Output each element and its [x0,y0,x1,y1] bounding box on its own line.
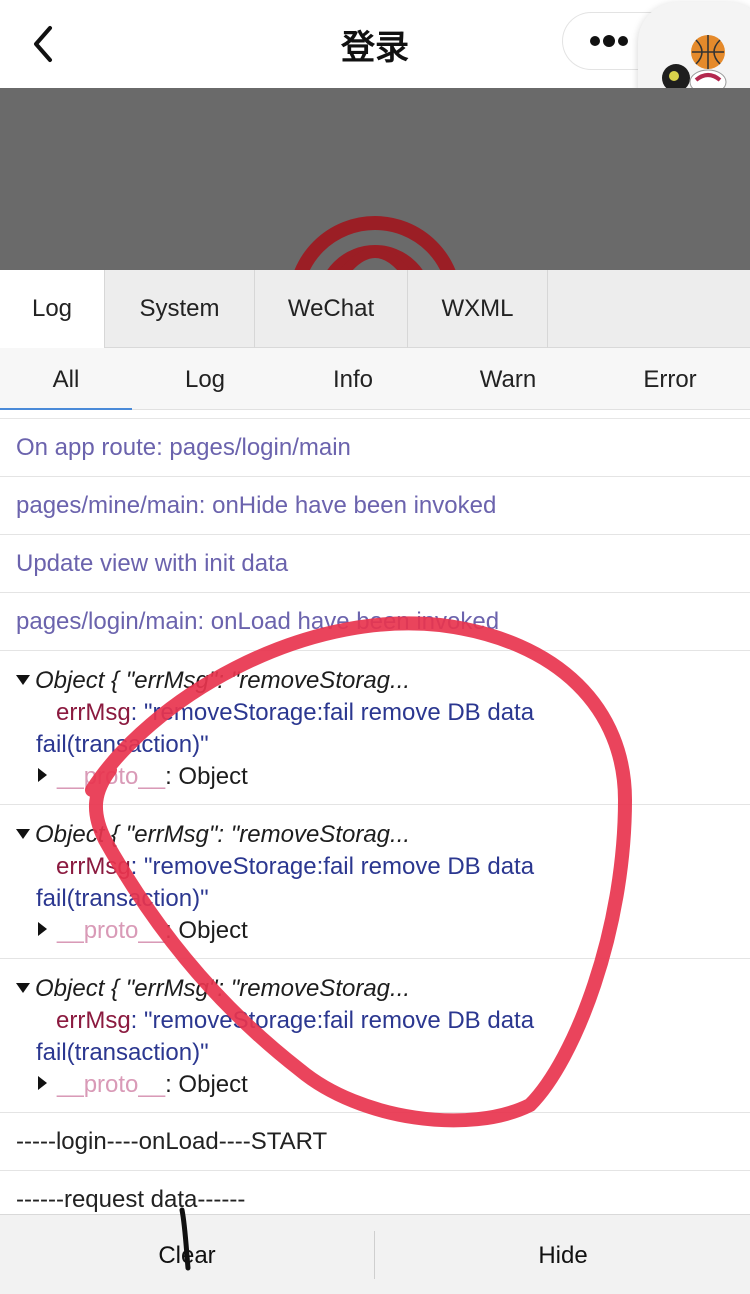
property-key: errMsg [56,1007,131,1034]
proto-key: __proto__ [57,1071,166,1098]
object-summary[interactable]: Object { "errMsg": "removeStorag... [16,821,410,849]
expand-right-icon[interactable] [38,922,47,936]
property-separator: : [130,853,145,880]
filter-info[interactable]: Info [288,348,418,410]
property-key: errMsg [56,699,131,726]
object-summary-text: Object { "errMsg": "removeStorag... [35,821,411,848]
proto-value: : Object [165,1071,248,1098]
object-property: errMsg: "removeStorage:fail remove DB da… [56,1007,534,1035]
property-value: "removeStorage:fail remove DB data [144,699,535,726]
console-tab-bar: Log System WeChat WXML [0,270,750,348]
expand-down-icon[interactable] [16,829,30,839]
log-row-system: On app route: pages/login/main [0,419,750,477]
hide-button[interactable]: Hide [376,1215,750,1294]
filter-log[interactable]: Log [140,348,270,410]
object-summary-text: Object { "errMsg": "removeStorag... [35,667,411,694]
more-dots-icon[interactable] [588,30,630,52]
logo-icon [294,216,456,270]
console-action-bar: Clear Hide [0,1214,750,1294]
proto-key: __proto__ [57,763,166,790]
property-key: errMsg [56,853,131,880]
object-summary-text: Object { "errMsg": "removeStorag... [35,975,411,1002]
proto-value: : Object [165,917,248,944]
page-banner [0,88,750,270]
tab-log[interactable]: Log [0,270,105,348]
proto-property[interactable]: __proto__: Object [38,763,248,791]
filter-all[interactable]: All [0,348,132,410]
proto-value: : Object [165,763,248,790]
object-summary[interactable]: Object { "errMsg": "removeStorag... [16,975,410,1003]
log-row-object[interactable]: Object { "errMsg": "removeStorag... errM… [0,651,750,805]
property-value-continued: fail(transaction)" [36,1039,209,1066]
proto-property[interactable]: __proto__: Object [38,1071,248,1099]
property-value: "removeStorage:fail remove DB data [144,853,535,880]
property-value-continued: fail(transaction)" [36,731,209,758]
tab-wechat[interactable]: WeChat [255,270,408,348]
log-row-plain: -----login----onLoad----START [0,1113,750,1171]
proto-property[interactable]: __proto__: Object [38,917,248,945]
expand-down-icon[interactable] [16,675,30,685]
expand-down-icon[interactable] [16,983,30,993]
button-divider [374,1231,375,1279]
object-property: errMsg: "removeStorage:fail remove DB da… [56,699,534,727]
log-filter-bar: All Log Info Warn Error [0,348,750,410]
object-summary[interactable]: Object { "errMsg": "removeStorag... [16,667,410,695]
log-row-system: pages/login/main: onLoad have been invok… [0,593,750,651]
filter-warn[interactable]: Warn [443,348,573,410]
log-row-object[interactable]: Object { "errMsg": "removeStorag... errM… [0,959,750,1113]
property-value-continued: fail(transaction)" [36,885,209,912]
expand-right-icon[interactable] [38,1076,47,1090]
object-property: errMsg: "removeStorage:fail remove DB da… [56,853,534,881]
proto-key: __proto__ [57,917,166,944]
log-list[interactable]: On app route: pages/login/main pages/min… [0,418,750,1214]
clear-button[interactable]: Clear [0,1215,374,1294]
log-row-object[interactable]: Object { "errMsg": "removeStorag... errM… [0,805,750,959]
expand-right-icon[interactable] [38,768,47,782]
property-separator: : [130,1007,145,1034]
property-separator: : [130,699,145,726]
tab-system[interactable]: System [105,270,255,348]
property-value: "removeStorage:fail remove DB data [144,1007,535,1034]
log-row-plain: ------request data------ [0,1171,750,1214]
log-row-system: pages/mine/main: onHide have been invoke… [0,477,750,535]
filter-error[interactable]: Error [605,348,735,410]
log-row-system: Update view with init data [0,535,750,593]
tab-wxml[interactable]: WXML [408,270,548,348]
